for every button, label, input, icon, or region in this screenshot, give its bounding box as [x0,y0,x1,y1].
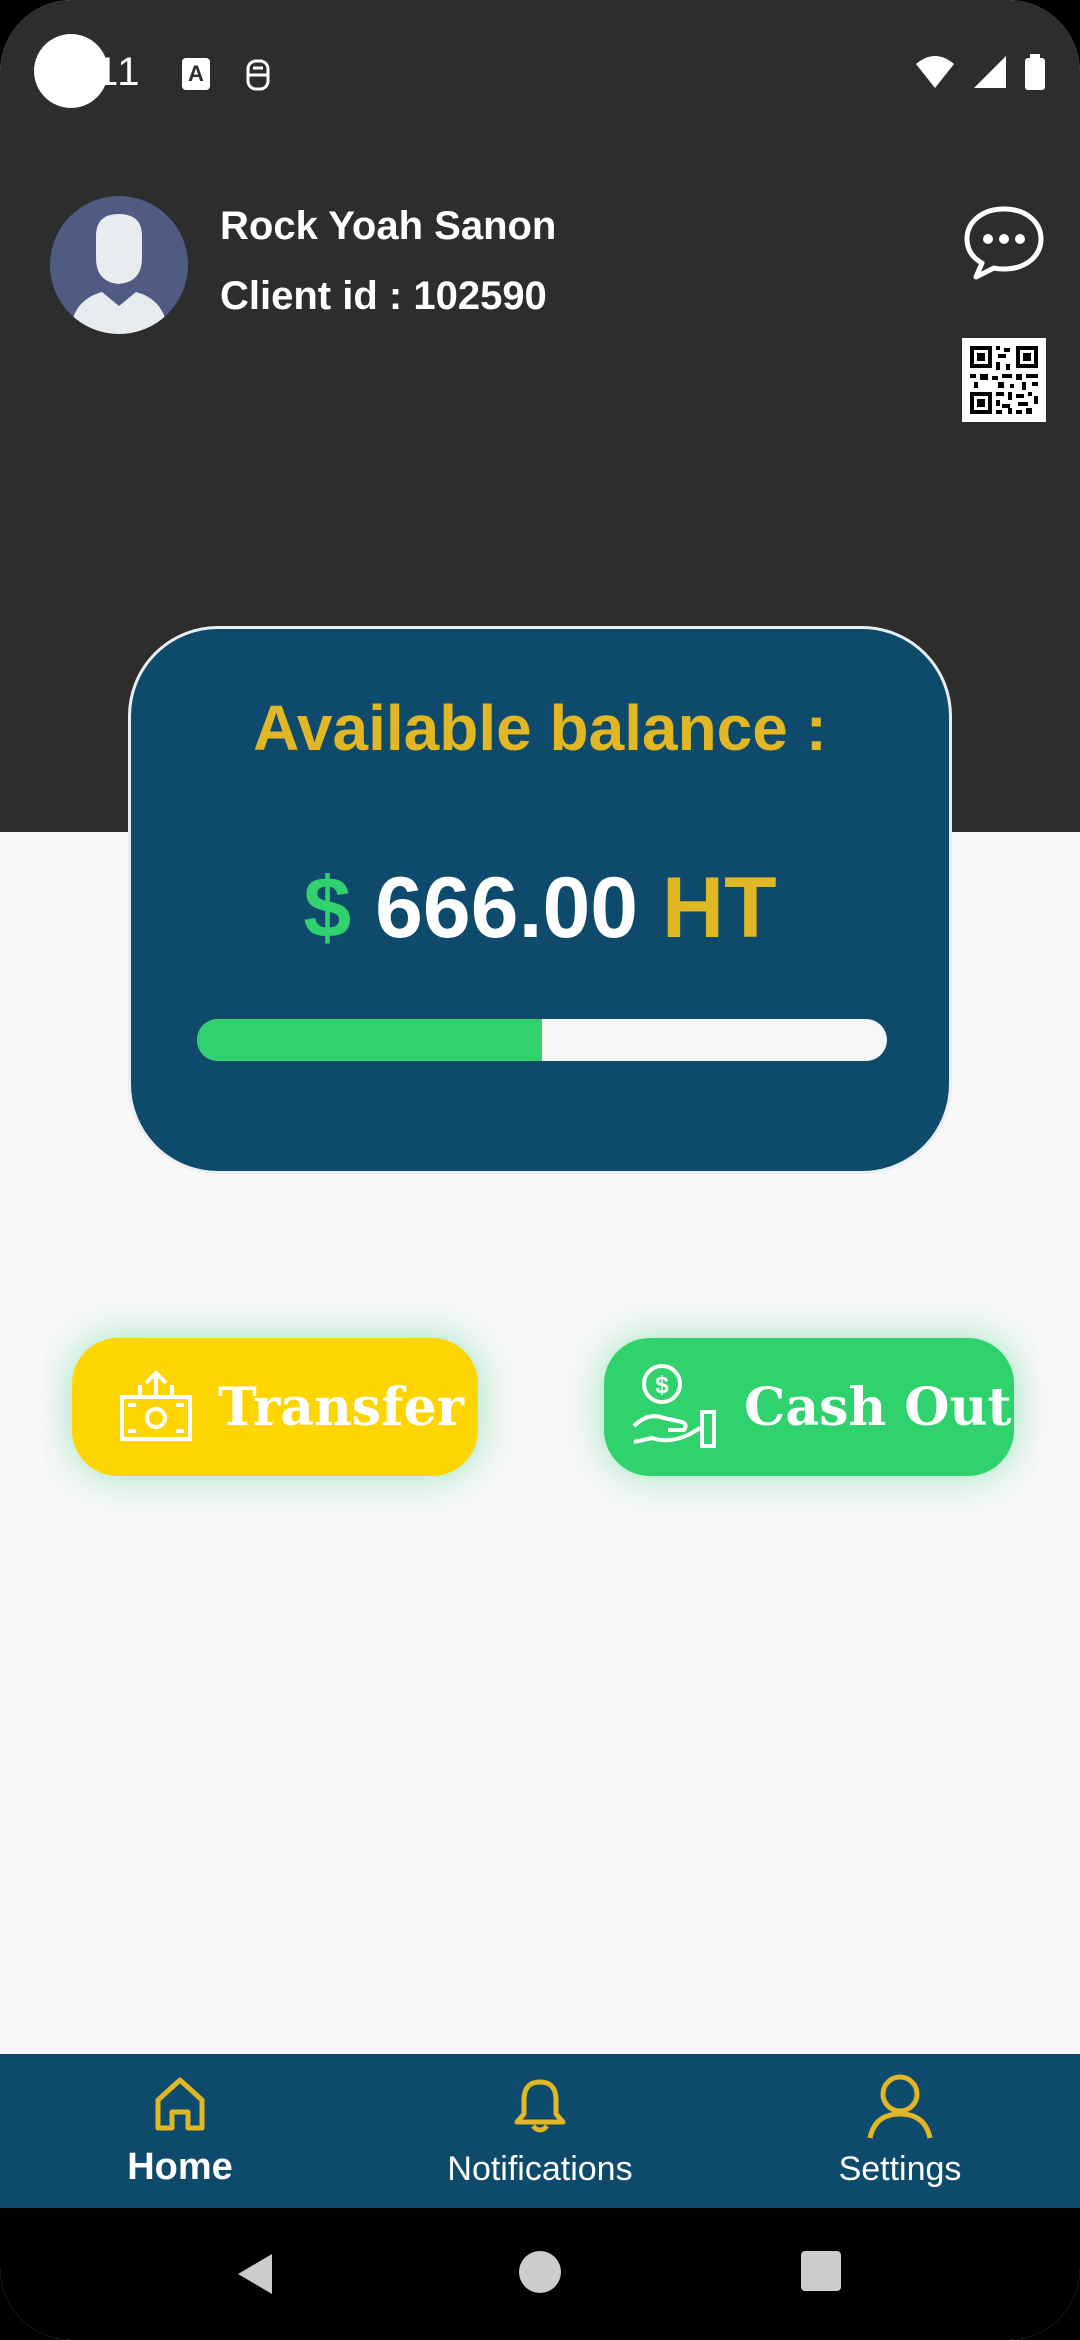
chat-button[interactable] [962,204,1046,282]
money-transfer-icon [120,1370,192,1441]
balance-title: Available balance : [253,692,827,764]
status-bar: 11 A [0,0,1080,150]
cash-out-button[interactable]: $ Cash Out [604,1338,1014,1476]
status-right-icons [914,54,1046,90]
camera-cutout [34,34,108,108]
bottom-navigation: Home Notifications Settings [0,2054,1080,2208]
balance-progress-bar [197,1019,887,1061]
client-id-value: 102590 [413,274,547,318]
keyboard-a-icon: A [182,58,210,90]
avatar[interactable] [50,196,188,334]
avatar-silhouette-icon [70,214,168,334]
user-name: Rock Yoah Sanon [220,204,557,248]
nav-settings-label: Settings [838,2150,962,2188]
transfer-label: Transfer [218,1376,464,1438]
recents-icon[interactable] [800,2250,842,2292]
sim-icon [244,58,272,91]
back-icon[interactable] [234,2250,276,2298]
nav-settings[interactable]: Settings [780,2054,1020,2208]
client-id-label: Client id : [220,274,414,318]
cash-out-label: Cash Out [744,1376,1012,1438]
nav-notifications[interactable]: Notifications [420,2054,660,2208]
battery-icon [1025,54,1045,90]
balance-value: 666.00 [375,860,639,956]
system-navigation-bar [0,2208,1080,2340]
client-id: Client id : 102590 [220,274,547,319]
currency-code: HT [662,860,777,956]
wifi-icon [916,56,954,88]
balance-progress-fill [197,1019,542,1061]
qr-code-button[interactable] [962,338,1046,422]
home-icon [155,2077,205,2131]
nav-home[interactable]: Home [60,2054,300,2208]
nav-notifications-label: Notifications [447,2150,633,2188]
balance-card: Available balance : $ 666.00 HT [128,626,952,1174]
actions-panel: Transfer $ Cash Out [44,1244,1036,1574]
bell-icon [514,2079,566,2133]
currency-symbol: $ [303,860,352,956]
signal-icon [974,56,1006,88]
chat-bubble-icon [964,206,1044,280]
home-circle-icon[interactable] [518,2250,562,2294]
user-icon [867,2074,933,2139]
hand-coin-icon: $ [632,1364,716,1448]
transfer-button[interactable]: Transfer [72,1338,478,1476]
qr-code-icon [970,346,1038,414]
phone-screen: 11 A Rock Yoah Sanon Client id: 102590 … [0,0,1080,2340]
balance-amount: $ 666.00 HT [131,859,949,958]
svg-text:$: $ [655,1372,669,1399]
nav-home-label: Home [127,2146,233,2188]
